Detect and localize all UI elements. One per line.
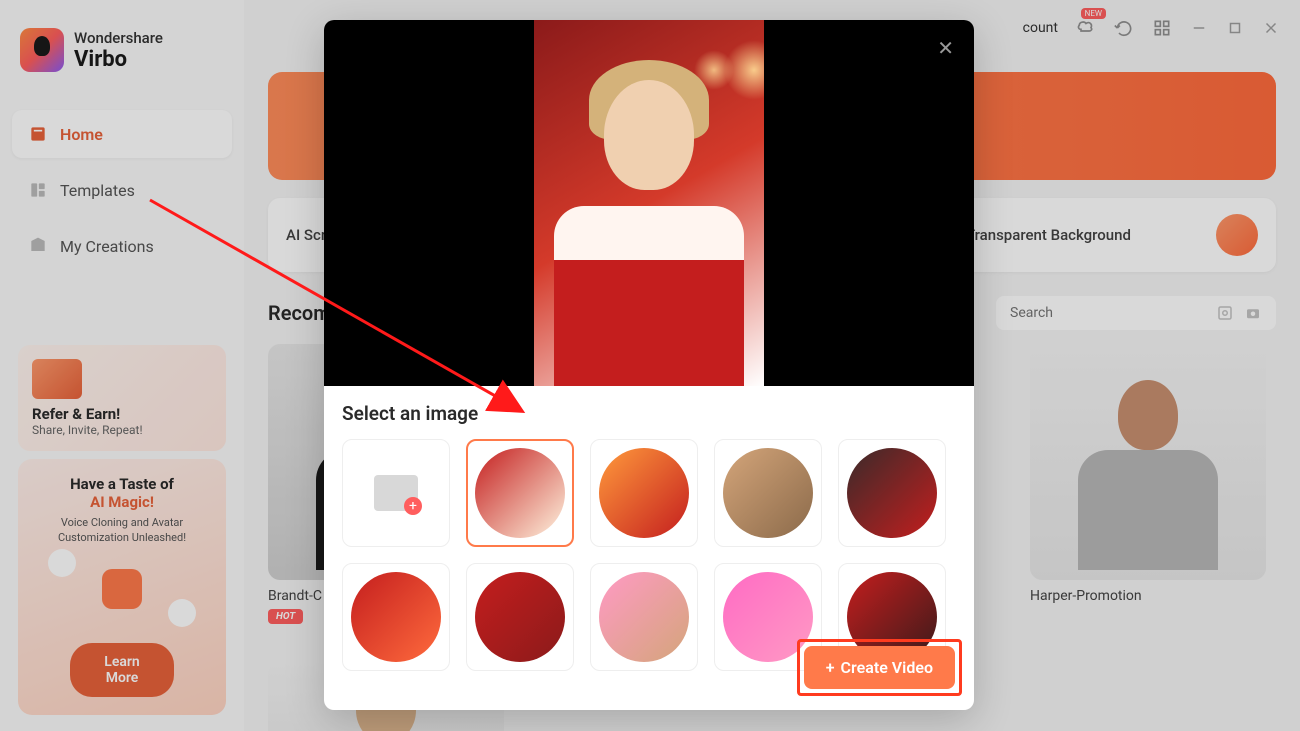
select-image-title: Select an image xyxy=(342,402,956,425)
image-thumbnail[interactable] xyxy=(466,563,574,671)
avatar-icon xyxy=(351,572,441,662)
image-placeholder-icon: + xyxy=(374,475,418,511)
preview-image xyxy=(534,20,764,386)
image-thumbnail[interactable] xyxy=(590,439,698,547)
plus-icon: + xyxy=(826,658,835,677)
upload-image-button[interactable]: + xyxy=(342,439,450,547)
avatar-icon xyxy=(475,448,565,538)
image-thumbnail[interactable] xyxy=(590,563,698,671)
image-thumbnails: + xyxy=(342,439,956,671)
avatar-icon xyxy=(475,572,565,662)
avatar-icon xyxy=(723,448,813,538)
modal-preview: ✕ xyxy=(324,20,974,386)
image-thumbnail[interactable] xyxy=(838,439,946,547)
modal-body: Select an image + + Create Video xyxy=(324,386,974,710)
image-thumbnail[interactable] xyxy=(466,439,574,547)
image-thumbnail[interactable] xyxy=(342,563,450,671)
plus-icon: + xyxy=(404,497,422,515)
close-icon[interactable]: ✕ xyxy=(937,36,954,60)
image-thumbnail[interactable] xyxy=(714,439,822,547)
create-video-button[interactable]: + Create Video xyxy=(804,646,955,689)
select-image-modal: ✕ Select an image + + Create Video xyxy=(324,20,974,710)
create-video-label: Create Video xyxy=(841,658,933,677)
avatar-icon xyxy=(599,448,689,538)
avatar-icon xyxy=(599,572,689,662)
create-video-highlight: + Create Video xyxy=(797,639,962,696)
avatar-icon xyxy=(847,448,937,538)
